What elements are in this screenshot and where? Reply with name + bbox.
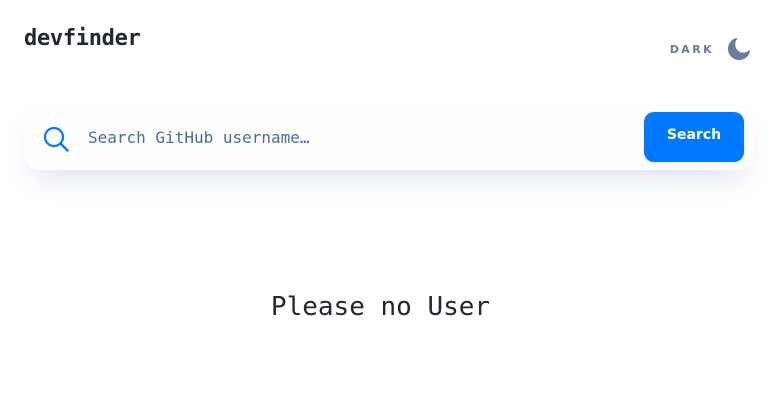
app-logo: devfinder [24,26,141,51]
theme-toggle[interactable]: DARK [670,36,750,62]
search-icon [43,126,69,152]
empty-state-message: Please no User [270,292,491,322]
moon-icon [728,38,750,60]
app-root: devfinder DARK Search Please no User [0,0,777,420]
search-input[interactable] [88,117,388,157]
search-bar: Search [24,104,753,170]
theme-toggle-label: DARK [669,42,714,56]
search-button[interactable]: Search [644,112,744,162]
header: devfinder DARK [24,24,750,72]
